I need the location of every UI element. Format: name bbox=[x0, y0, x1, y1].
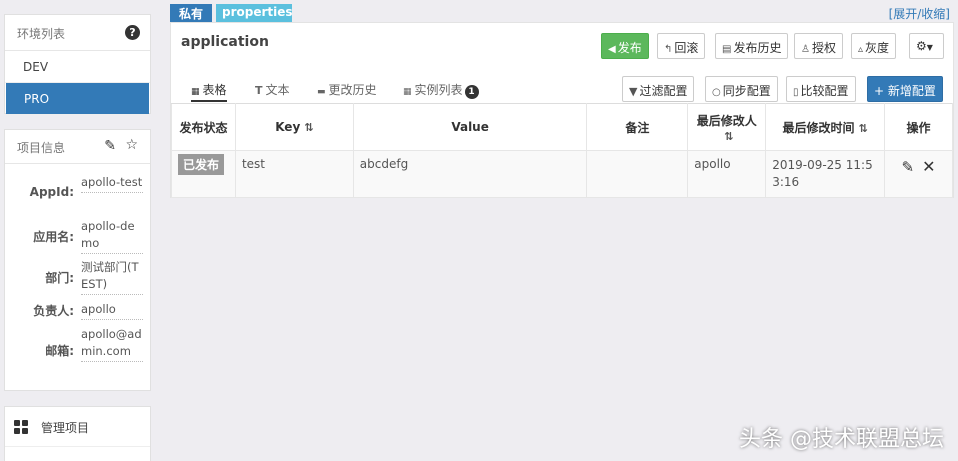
text-icon: T bbox=[255, 84, 263, 97]
env-item-dev[interactable]: DEV bbox=[5, 51, 150, 83]
refresh-icon: ○ bbox=[712, 87, 721, 98]
col-modified-time-label: 最后修改时间 bbox=[782, 120, 855, 135]
compare-label: 比较配置 bbox=[800, 84, 849, 98]
col-status: 发布状态 bbox=[171, 103, 236, 151]
col-key[interactable]: Key ⇅ bbox=[234, 103, 354, 151]
project-info-header: 项目信息 ✎ ☆ bbox=[5, 130, 150, 164]
actions-cell: ✎ ✕ bbox=[884, 150, 953, 198]
info-value: apollo bbox=[81, 301, 143, 320]
rollback-label: 回滚 bbox=[674, 41, 699, 55]
delete-icon[interactable]: ✕ bbox=[922, 157, 935, 176]
tab-table[interactable]: ▦ 表格 bbox=[191, 81, 227, 102]
grid-icon bbox=[14, 420, 28, 434]
env-list-title: 环境列表 bbox=[17, 27, 66, 41]
publish-label: 发布 bbox=[617, 41, 642, 55]
tab-table-label: 表格 bbox=[202, 83, 227, 97]
release-history-button[interactable]: ▤ 发布历史 bbox=[715, 33, 789, 59]
env-list-header: 环境列表 ? bbox=[5, 15, 150, 51]
gray-label: 灰度 bbox=[865, 41, 890, 55]
info-value: apollo@admin.com bbox=[81, 326, 143, 362]
info-label: 部门: bbox=[45, 271, 74, 285]
info-value: 测试部门(TEST) bbox=[81, 259, 143, 295]
namespace-card: application ◀ 发布 ↰ 回滚 ▤ 发布历史 ♙ 授权 ▵ 灰度 ⚙▼ ▦ 表格… bbox=[170, 22, 954, 198]
filter-config-button[interactable]: ▼ 过滤配置 bbox=[622, 76, 695, 102]
sync-config-button[interactable]: ○ 同步配置 bbox=[705, 76, 778, 102]
env-list-panel: 环境列表 ? DEV PRO bbox=[4, 14, 151, 115]
manage-panel: 管理项目 bbox=[4, 406, 151, 461]
caret-down-icon: ▼ bbox=[926, 43, 933, 52]
private-tag: 私有 bbox=[170, 4, 212, 22]
grant-label: 授权 bbox=[811, 41, 836, 55]
compare-config-button[interactable]: ▯ 比较配置 bbox=[786, 76, 856, 102]
namespace-title: application bbox=[181, 34, 269, 50]
modified-time-cell: 2019-09-25 11:53:16 bbox=[765, 150, 886, 198]
send-icon: ◀ bbox=[608, 44, 616, 55]
sort-icon[interactable]: ⇅ bbox=[304, 121, 313, 134]
file-icon: ▯ bbox=[793, 87, 799, 98]
info-label: 邮箱: bbox=[45, 344, 74, 358]
status-cell: 已发布 bbox=[171, 150, 236, 198]
list-icon: ▦ bbox=[403, 87, 412, 97]
filter-icon: ▼ bbox=[629, 85, 638, 98]
history-icon: ▬ bbox=[317, 87, 326, 97]
tab-text-label: 文本 bbox=[265, 83, 290, 97]
col-value: Value bbox=[352, 103, 588, 151]
env-item-pro[interactable]: PRO bbox=[6, 83, 149, 115]
table-icon: ▦ bbox=[191, 87, 200, 97]
settings-dropdown-button[interactable]: ⚙▼ bbox=[909, 33, 944, 59]
tab-instances-label: 实例列表 bbox=[414, 83, 463, 97]
manage-project-item[interactable]: 管理项目 bbox=[5, 407, 150, 447]
add-config-button[interactable]: + 新增配置 bbox=[867, 76, 943, 102]
tab-change-history[interactable]: ▬ 更改历史 bbox=[317, 81, 377, 98]
project-info-title: 项目信息 bbox=[17, 141, 66, 155]
value-cell: abcdefg bbox=[352, 150, 588, 198]
status-badge: 已发布 bbox=[178, 154, 225, 175]
info-label: 应用名: bbox=[33, 230, 74, 244]
format-tag: properties bbox=[216, 4, 293, 22]
col-comment: 备注 bbox=[586, 103, 689, 151]
sidebar: 环境列表 ? DEV PRO 项目信息 ✎ ☆ AppId: apollo-te… bbox=[0, 0, 155, 461]
col-actions: 操作 bbox=[884, 103, 953, 151]
history-label: 发布历史 bbox=[733, 41, 782, 55]
col-modifier[interactable]: 最后修改人 ⇅ bbox=[687, 103, 767, 151]
star-icon[interactable]: ☆ bbox=[125, 137, 138, 153]
info-label: AppId: bbox=[29, 185, 74, 199]
tab-instances[interactable]: ▦ 实例列表 1 bbox=[403, 81, 479, 99]
key-cell: test bbox=[234, 150, 354, 198]
manage-project-label: 管理项目 bbox=[41, 421, 90, 435]
sync-label: 同步配置 bbox=[722, 84, 771, 98]
tab-change-history-label: 更改历史 bbox=[328, 83, 377, 97]
help-icon[interactable]: ? bbox=[125, 25, 140, 40]
modifier-cell: apollo bbox=[687, 150, 767, 198]
gear-icon: ⚙ bbox=[916, 39, 927, 53]
col-modified-time[interactable]: 最后修改时间 ⇅ bbox=[765, 103, 886, 151]
project-info-panel: 项目信息 ✎ ☆ AppId: apollo-test 应用名: apollo-… bbox=[4, 129, 151, 391]
info-label: 负责人: bbox=[33, 304, 74, 318]
instance-count-badge: 1 bbox=[464, 85, 479, 99]
tab-text[interactable]: T 文本 bbox=[255, 81, 290, 98]
gray-release-button[interactable]: ▵ 灰度 bbox=[851, 33, 897, 59]
rollback-button[interactable]: ↰ 回滚 bbox=[657, 33, 706, 59]
info-value: apollo-demo bbox=[81, 218, 143, 254]
edit-icon[interactable]: ✎ bbox=[902, 158, 915, 176]
table-header-row: 发布状态 Key ⇅ Value 备注 最后修改人 ⇅ 最后修改时间 ⇅ 操作 bbox=[171, 103, 953, 151]
col-modifier-label: 最后修改人 bbox=[696, 113, 757, 128]
expand-collapse-link[interactable]: [展开/收缩] bbox=[889, 5, 950, 22]
sort-icon[interactable]: ⇅ bbox=[859, 122, 868, 135]
flask-icon: ▵ bbox=[858, 44, 864, 55]
history-icon: ▤ bbox=[722, 44, 732, 55]
rollback-icon: ↰ bbox=[664, 44, 673, 55]
filter-label: 过滤配置 bbox=[639, 84, 688, 98]
table-row: 已发布 test abcdefg apollo 2019-09-25 11:53… bbox=[171, 150, 953, 198]
info-value: apollo-test bbox=[81, 174, 143, 193]
comment-cell bbox=[586, 150, 689, 198]
col-key-label: Key bbox=[275, 120, 301, 134]
publish-button[interactable]: ◀ 发布 bbox=[601, 33, 649, 59]
edit-icon[interactable]: ✎ bbox=[104, 138, 116, 154]
config-table: 发布状态 Key ⇅ Value 备注 最后修改人 ⇅ 最后修改时间 ⇅ 操作 已发布… bbox=[171, 103, 953, 198]
sort-icon[interactable]: ⇅ bbox=[724, 130, 733, 143]
user-icon: ♙ bbox=[801, 44, 810, 55]
watermark: 头条 @技术联盟总坛 bbox=[739, 427, 944, 452]
grant-button[interactable]: ♙ 授权 bbox=[794, 33, 843, 59]
